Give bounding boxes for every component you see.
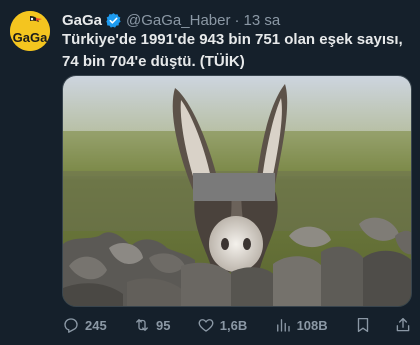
reply-button[interactable]: 245 [62, 316, 107, 334]
separator-dot: · [234, 11, 240, 29]
author-name[interactable]: GaGa [62, 12, 102, 29]
views-icon [274, 316, 292, 334]
tweet-text-line: 74 bin 704'e düştü. (TÜİK) [62, 53, 245, 70]
tweet[interactable]: GaGa GaGa @GaGa_Haber · 13 sa Türkiye'de… [0, 0, 420, 345]
reply-count: 245 [85, 317, 107, 333]
tweet-media-photo[interactable] [62, 75, 412, 307]
views-button[interactable]: 108B [274, 316, 328, 334]
reply-icon [62, 316, 80, 334]
share-button[interactable] [394, 316, 412, 334]
retweet-count: 95 [156, 317, 171, 333]
share-icon [394, 316, 412, 334]
tweet-text: Türkiye'de 1991'de 943 bin 751 olan eşek… [62, 29, 407, 73]
action-bar: 245 95 1,6B 108B [62, 313, 412, 337]
author-handle[interactable]: @GaGa_Haber [126, 12, 230, 29]
tweet-text-line: Türkiye'de 1991'de 943 bin 751 olan eşek… [62, 31, 403, 48]
retweet-button[interactable]: 95 [133, 316, 170, 334]
like-count: 1,6B [219, 317, 248, 333]
like-button[interactable]: 1,6B [197, 316, 247, 334]
timestamp[interactable]: 13 sa [243, 12, 280, 29]
svg-text:GaGa: GaGa [13, 30, 48, 45]
avatar[interactable]: GaGa [10, 11, 50, 51]
like-icon [197, 316, 215, 334]
bookmark-button[interactable] [354, 316, 372, 334]
retweet-icon [133, 316, 151, 334]
action-icons-right [354, 316, 412, 334]
verified-badge-icon [105, 12, 122, 29]
views-count: 108B [296, 317, 328, 333]
tweet-header: GaGa @GaGa_Haber · 13 sa [62, 10, 280, 30]
bookmark-icon [354, 316, 372, 334]
